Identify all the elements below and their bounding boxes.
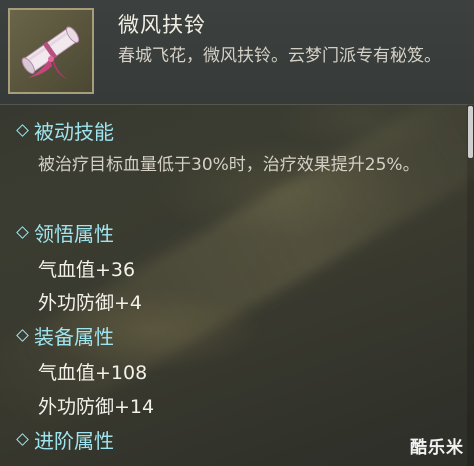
comprehension-heading: 领悟属性	[16, 218, 114, 247]
item-header: 微风扶铃 春城飞花，微风扶铃。云梦门派专有秘笈。	[0, 0, 474, 105]
advanced-title: 进阶属性	[34, 429, 114, 453]
passive-skill-text: 被治疗目标血量低于30%时，治疗效果提升25%。	[38, 155, 420, 175]
watermark: 酷乐米	[410, 438, 464, 458]
item-icon-frame[interactable]	[8, 8, 94, 94]
item-description: 春城飞花，微风扶铃。云梦门派专有秘笈。	[118, 46, 441, 66]
diamond-bullet-icon	[16, 329, 29, 342]
item-name: 微风扶铃	[118, 13, 206, 37]
diamond-bullet-icon	[16, 124, 29, 137]
scrollbar-thumb[interactable]	[468, 106, 473, 158]
passive-skill-title: 被动技能	[34, 120, 114, 144]
equipment-title: 装备属性	[34, 325, 114, 349]
equipment-stat: 外功防御+14	[38, 396, 155, 418]
passive-skill-heading: 被动技能	[16, 116, 114, 145]
scrollbar[interactable]	[467, 104, 474, 466]
comprehension-stat: 气血值+36	[38, 259, 136, 281]
diamond-bullet-icon	[16, 433, 29, 446]
item-tooltip-panel: 微风扶铃 春城飞花，微风扶铃。云梦门派专有秘笈。 被动技能 被治疗目标血量低于3…	[0, 0, 474, 466]
comprehension-stat: 外功防御+4	[38, 292, 143, 314]
equipment-stat: 气血值+108	[38, 362, 148, 384]
advanced-heading: 进阶属性	[16, 425, 114, 454]
diamond-bullet-icon	[16, 226, 29, 239]
equipment-heading: 装备属性	[16, 321, 114, 350]
comprehension-title: 领悟属性	[34, 222, 114, 246]
scroll-icon	[21, 26, 80, 80]
